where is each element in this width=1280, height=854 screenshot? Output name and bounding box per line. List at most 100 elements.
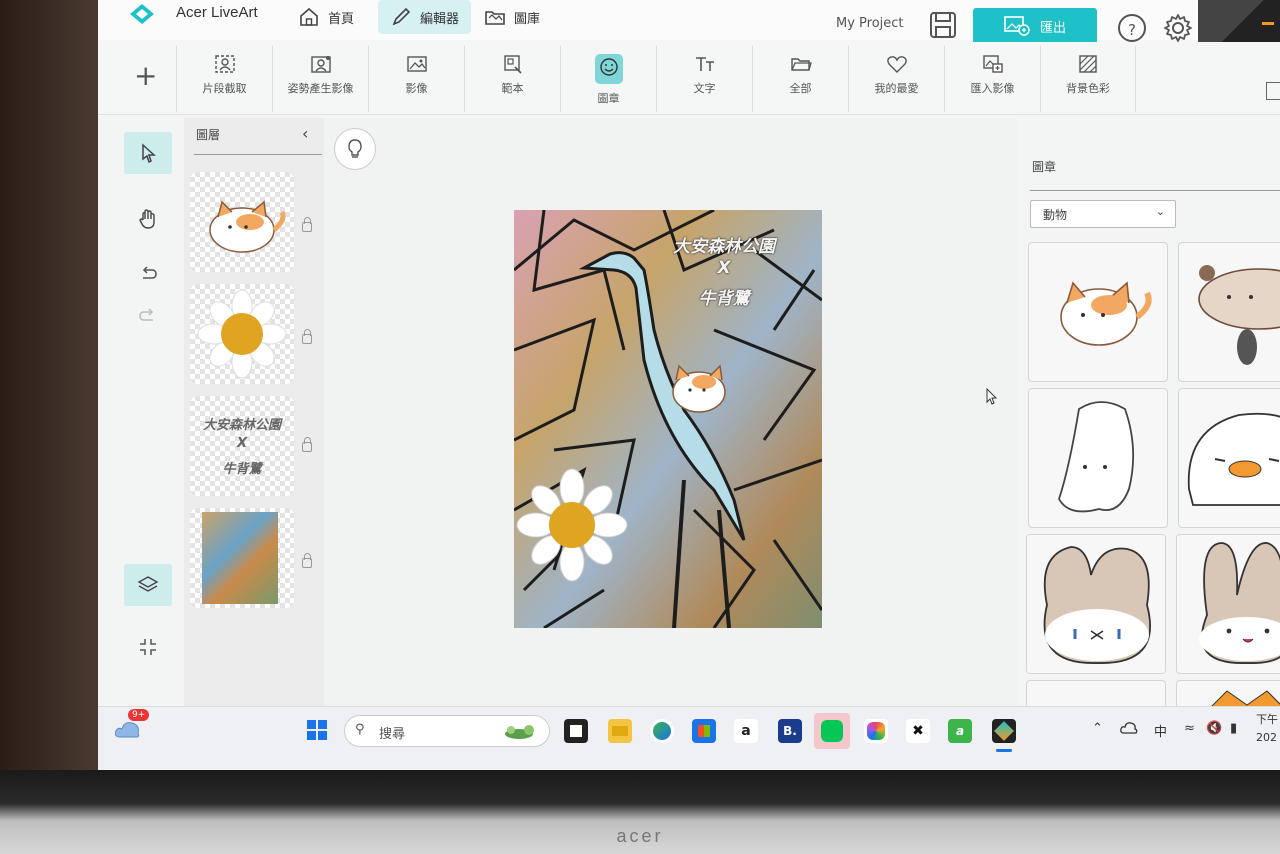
tips-button[interactable] — [334, 128, 376, 170]
heart-icon — [886, 56, 907, 73]
tool-favorites-label: 我的最愛 — [874, 82, 919, 95]
select-tool[interactable] — [124, 132, 172, 174]
collapse-icon — [140, 639, 156, 655]
tool-pose-label: 姿勢產生影像 — [287, 82, 354, 95]
taskbar-capcut[interactable]: ✖ — [906, 719, 930, 743]
lock-icon[interactable] — [302, 329, 312, 344]
export-button[interactable]: 匯出 — [973, 8, 1097, 44]
copilot-icon — [867, 722, 885, 740]
nav-editor[interactable]: 編輯器 — [378, 0, 472, 34]
layer-cat-sticker[interactable] — [190, 172, 294, 272]
project-name[interactable]: My Project — [836, 16, 904, 31]
minimize-icon[interactable] — [1262, 22, 1274, 25]
sticker-tile[interactable] — [1178, 242, 1280, 382]
laptop-brand-logo: acer — [616, 826, 664, 846]
save-icon[interactable] — [928, 10, 958, 40]
text-icon — [695, 57, 714, 71]
chevron-down-icon: ⌄ — [1155, 205, 1165, 218]
collapse-panel-icon[interactable]: ‹ — [302, 124, 308, 143]
undo-button[interactable] — [124, 252, 172, 294]
layers-title: 圖層 — [196, 128, 221, 142]
lock-icon[interactable] — [302, 217, 312, 232]
tool-sticker[interactable]: 圖章 — [560, 46, 656, 112]
sticker-icon — [599, 58, 618, 76]
sticker-tile[interactable] — [1028, 388, 1168, 528]
sticker-tile[interactable] — [1026, 534, 1166, 674]
clock-date[interactable]: 202 — [1256, 731, 1277, 744]
taskbar-amazon[interactable]: a — [734, 719, 758, 743]
add-icon[interactable]: + — [134, 62, 157, 90]
lock-icon[interactable] — [302, 553, 312, 568]
taskbar-acer-app[interactable]: a — [948, 719, 972, 743]
toolbar-overflow-box[interactable] — [1266, 82, 1280, 100]
tool-all[interactable]: 全部 — [752, 46, 848, 112]
tool-import-label: 匯入影像 — [970, 82, 1015, 95]
tool-text[interactable]: 文字 — [656, 46, 752, 112]
layers-toggle[interactable] — [124, 564, 172, 606]
active-app-indicator — [996, 749, 1012, 752]
taskbar-edge[interactable] — [650, 719, 674, 743]
beaver-sticker-icon — [1198, 265, 1280, 365]
volume-muted-icon[interactable]: 🔇 — [1206, 721, 1222, 736]
gear-icon[interactable] — [1162, 12, 1194, 44]
tray-chevron-icon[interactable]: ⌃ — [1092, 721, 1103, 736]
taskbar-search[interactable]: ⚲ 搜尋 — [344, 715, 550, 747]
tray-cloud-icon[interactable] — [1120, 721, 1138, 735]
lock-icon[interactable] — [302, 437, 312, 452]
taskbar-booking[interactable]: B. — [778, 719, 802, 743]
tool-image[interactable]: 影像 — [368, 46, 464, 112]
fit-screen-button[interactable] — [124, 626, 172, 668]
nav-home[interactable]: 首頁 — [286, 0, 366, 34]
mouse-cursor-icon — [986, 388, 998, 405]
taskbar-file-explorer[interactable] — [608, 719, 632, 743]
background-color-icon — [1079, 55, 1097, 73]
redo-icon — [139, 308, 154, 321]
undo-icon — [142, 266, 157, 279]
pencil-icon — [392, 7, 411, 26]
sticker-category-select[interactable]: 動物 ⌄ — [1030, 200, 1176, 228]
layer-background-image[interactable] — [190, 508, 294, 608]
acer-a-icon: a — [955, 724, 965, 738]
sticker-tile[interactable] — [1176, 534, 1280, 674]
sticker-tile[interactable] — [1028, 242, 1168, 382]
artboard[interactable]: 大安森林公園 X 牛背鷺 — [514, 210, 822, 628]
pointer-icon — [142, 143, 156, 164]
taskbar-store[interactable] — [692, 719, 716, 743]
pan-tool[interactable] — [124, 198, 172, 240]
windows-start-icon[interactable] — [306, 719, 328, 741]
battery-icon[interactable]: ▮ — [1230, 721, 1237, 736]
ime-indicator[interactable]: 中 — [1154, 721, 1167, 740]
nav-gallery[interactable]: 圖庫 — [472, 0, 552, 34]
tool-all-label: 全部 — [789, 82, 812, 95]
liveart-logo-icon — [130, 4, 154, 24]
taskbar-app-terminal[interactable] — [564, 719, 588, 743]
folder-icon — [612, 726, 628, 736]
nav-editor-label: 編輯器 — [420, 11, 460, 27]
sticker-tile[interactable] — [1178, 388, 1280, 528]
left-rail — [98, 118, 184, 708]
sticker-panel-divider — [1030, 190, 1280, 191]
tool-import[interactable]: 匯入影像 — [944, 46, 1040, 112]
layer-flower-sticker[interactable] — [190, 284, 294, 384]
tool-background[interactable]: 背景色彩 — [1040, 46, 1136, 112]
clock-time[interactable]: 下午 — [1256, 711, 1278, 727]
wifi-icon[interactable]: ≈ — [1184, 721, 1195, 736]
template-icon — [503, 55, 522, 74]
artboard-text-line-1: 大安森林公園 — [673, 237, 775, 257]
tool-template[interactable]: 範本 — [464, 46, 560, 112]
tool-clip[interactable]: 片段截取 — [176, 46, 272, 112]
store-icon — [698, 725, 710, 737]
daisy-icon — [197, 289, 287, 379]
tool-pose[interactable]: 姿勢產生影像 — [272, 46, 368, 112]
layer-text[interactable]: 大安森林公園 X 牛背鷺 — [190, 396, 294, 496]
help-button[interactable]: ? — [1118, 14, 1146, 42]
taskbar-liveart[interactable] — [992, 719, 1016, 743]
redo-button[interactable] — [124, 294, 172, 336]
artboard-text-line-2: X — [717, 258, 731, 278]
taskbar-copilot[interactable] — [864, 719, 888, 743]
laptop-bezel-left — [0, 0, 100, 854]
taskbar-line[interactable] — [814, 713, 850, 749]
sticker-category-value: 動物 — [1043, 208, 1068, 222]
edge-icon — [653, 722, 671, 740]
tool-favorites[interactable]: 我的最愛 — [848, 46, 944, 112]
